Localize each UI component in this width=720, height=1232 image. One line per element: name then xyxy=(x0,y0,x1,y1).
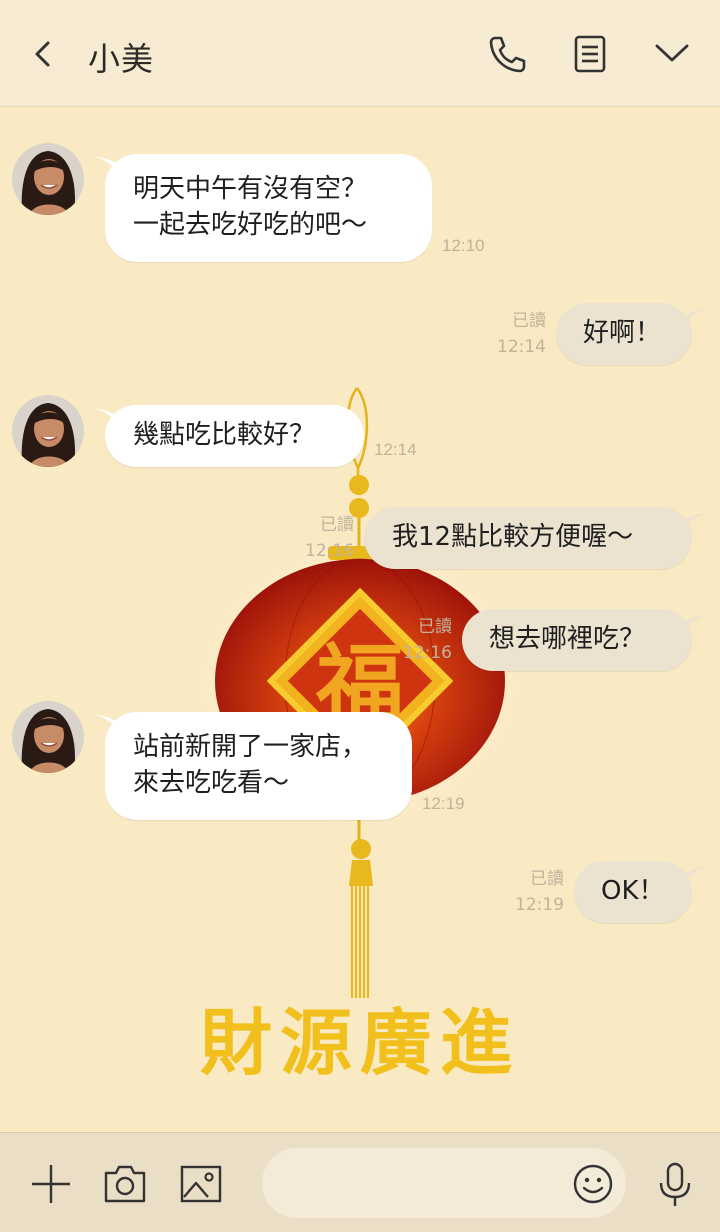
contact-avatar[interactable] xyxy=(12,395,84,467)
microphone-icon[interactable] xyxy=(656,1161,694,1209)
message-text: 想去哪裡吃？ xyxy=(489,624,646,654)
message-line: 站前新開了一家店， xyxy=(133,732,368,762)
notes-icon[interactable] xyxy=(570,32,610,76)
camera-icon[interactable] xyxy=(102,1161,148,1207)
contact-name: 小美 xyxy=(88,40,155,78)
read-receipt: 已讀 12:16 xyxy=(403,617,452,663)
emoji-icon[interactable] xyxy=(572,1163,614,1205)
bubble-tail xyxy=(682,615,708,631)
chat-header: 小美 xyxy=(0,0,720,107)
message-text: 幾點吃比較好？ xyxy=(133,420,316,450)
bubble-tail xyxy=(682,309,708,325)
message-bubble-outgoing[interactable]: OK！ xyxy=(574,861,692,923)
message-bubble-outgoing[interactable]: 想去哪裡吃？ xyxy=(462,609,692,671)
person-avatar-icon xyxy=(12,395,84,467)
input-bar xyxy=(0,1132,720,1232)
read-receipt: 已讀 12:14 xyxy=(497,311,546,357)
bubble-tail xyxy=(682,867,708,883)
image-icon[interactable] xyxy=(178,1161,224,1207)
message-line: 明天中午有沒有空？ xyxy=(133,174,368,204)
chat-area[interactable]: 福 明天中午有沒有空？ 一起去吃好吃的吧～ 12:10 已讀 12:14 好啊！… xyxy=(0,108,720,1132)
plus-icon[interactable] xyxy=(28,1161,74,1207)
message-bubble-incoming[interactable]: 站前新開了一家店， 來去吃吃看～ xyxy=(105,712,412,820)
message-bubble-incoming[interactable]: 明天中午有沒有空？ 一起去吃好吃的吧～ xyxy=(105,154,432,262)
message-text: OK！ xyxy=(601,876,665,906)
contact-avatar[interactable] xyxy=(12,701,84,773)
message-bubble-outgoing[interactable]: 我12點比較方便喔～ xyxy=(364,507,692,569)
message-text: 我12點比較方便喔～ xyxy=(392,522,634,552)
message-time: 12:10 xyxy=(442,236,485,255)
bubble-tail xyxy=(682,513,708,529)
phone-icon[interactable] xyxy=(486,32,526,76)
person-avatar-icon xyxy=(12,701,84,773)
message-line: 一起去吃好吃的吧～ xyxy=(133,210,368,240)
person-avatar-icon xyxy=(12,143,84,215)
chevron-down-icon[interactable] xyxy=(652,32,692,76)
message-bubble-incoming[interactable]: 幾點吃比較好？ xyxy=(105,405,364,467)
theme-banner-text: 財源廣進 xyxy=(199,1000,520,1085)
chevron-left-icon[interactable] xyxy=(28,36,58,72)
contact-avatar[interactable] xyxy=(12,143,84,215)
message-text: 好啊！ xyxy=(583,318,662,348)
read-receipt: 已讀 12:16 xyxy=(305,515,354,561)
read-receipt: 已讀 12:19 xyxy=(515,869,564,915)
message-bubble-outgoing[interactable]: 好啊！ xyxy=(556,303,692,365)
message-time: 12:19 xyxy=(422,794,465,813)
message-time: 12:14 xyxy=(374,440,417,459)
message-line: 來去吃吃看～ xyxy=(133,768,290,798)
